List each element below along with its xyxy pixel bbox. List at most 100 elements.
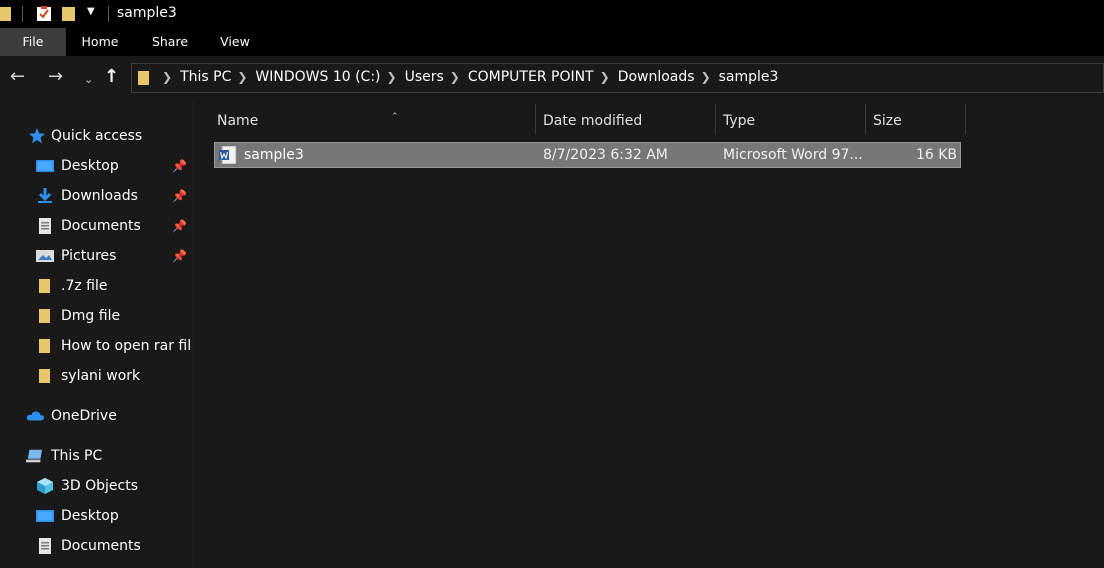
pin-icon[interactable]: 📌 bbox=[172, 183, 187, 209]
properties-icon[interactable] bbox=[36, 6, 52, 22]
customize-toolbar-dropdown-icon[interactable]: ▼ bbox=[87, 6, 95, 17]
folder-icon bbox=[39, 279, 50, 293]
window-title: sample3 bbox=[117, 5, 177, 21]
sidebar-item-label: Pictures bbox=[61, 248, 117, 264]
column-header-label: Name bbox=[217, 113, 259, 129]
sidebar-item-label: Dmg file bbox=[61, 308, 121, 324]
cloud-icon bbox=[26, 411, 44, 421]
sidebar-item-pictures[interactable]: Pictures 📌 bbox=[36, 243, 192, 269]
desktop-icon bbox=[36, 510, 54, 522]
tab-file[interactable]: File bbox=[0, 28, 66, 56]
breadcrumb-this-pc[interactable]: This PC bbox=[180, 69, 231, 85]
chevron-right-icon[interactable]: ❯ bbox=[701, 70, 711, 84]
sidebar-item-label: OneDrive bbox=[51, 408, 117, 424]
table-row[interactable]: sample3 8/7/2023 6:32 AM Microsoft Word … bbox=[214, 142, 961, 168]
ribbon-tabs: File Home Share View bbox=[0, 28, 1104, 56]
folder-icon bbox=[39, 339, 50, 353]
sidebar-item-onedrive[interactable]: OneDrive bbox=[26, 403, 192, 429]
new-folder-icon[interactable] bbox=[62, 6, 76, 22]
address-bar[interactable]: ❯ This PC ❯ WINDOWS 10 (C:) ❯ Users ❯ CO… bbox=[131, 63, 1104, 93]
tab-view[interactable]: View bbox=[204, 28, 266, 56]
file-size: 16 KB bbox=[915, 147, 957, 163]
breadcrumb-users[interactable]: Users bbox=[405, 69, 444, 85]
column-header-date-modified[interactable]: Date modified bbox=[543, 104, 715, 138]
breadcrumb: ❯ This PC ❯ WINDOWS 10 (C:) ❯ Users ❯ CO… bbox=[156, 69, 778, 85]
sidebar-item-label: sylani work bbox=[61, 368, 141, 384]
sidebar-item-label: This PC bbox=[51, 448, 103, 464]
column-header-label: Date modified bbox=[543, 113, 643, 129]
column-header-label: Size bbox=[873, 113, 902, 129]
sidebar-item-folder[interactable]: How to open rar file bbox=[36, 333, 192, 359]
sidebar-item-3d-objects[interactable]: 3D Objects bbox=[36, 473, 192, 499]
column-header-type[interactable]: Type bbox=[723, 104, 865, 138]
column-resize-handle[interactable] bbox=[965, 104, 966, 134]
tab-home[interactable]: Home bbox=[66, 28, 134, 56]
forward-arrow-icon[interactable]: → bbox=[48, 66, 63, 88]
desktop-icon bbox=[36, 160, 54, 172]
downloads-icon bbox=[38, 188, 52, 203]
sidebar-item-documents[interactable]: Documents bbox=[36, 533, 192, 559]
sidebar-item-this-pc[interactable]: This PC bbox=[26, 443, 192, 469]
pin-icon[interactable]: 📌 bbox=[172, 243, 187, 269]
toolbar-separator bbox=[22, 6, 23, 22]
sort-ascending-icon: ⌃ bbox=[391, 112, 399, 122]
sidebar-item-label: .7z file bbox=[61, 278, 108, 294]
chevron-right-icon[interactable]: ❯ bbox=[387, 70, 397, 84]
up-arrow-icon[interactable]: ↑ bbox=[104, 66, 119, 88]
column-header-label: Type bbox=[723, 113, 756, 129]
column-resize-handle[interactable] bbox=[715, 104, 716, 134]
pin-icon[interactable]: 📌 bbox=[172, 153, 187, 179]
sidebar-item-folder[interactable]: .7z file bbox=[36, 273, 192, 299]
star-icon bbox=[29, 128, 45, 144]
sidebar-item-label: Downloads bbox=[61, 188, 138, 204]
breadcrumb-computer-point[interactable]: COMPUTER POINT bbox=[468, 69, 594, 85]
chevron-right-icon[interactable]: ❯ bbox=[450, 70, 460, 84]
tab-share[interactable]: Share bbox=[136, 28, 204, 56]
sidebar-item-folder[interactable]: sylani work bbox=[36, 363, 192, 389]
recent-locations-chevron-icon[interactable]: ⌄ bbox=[84, 69, 93, 91]
file-list: Name ⌃ Date modified Type Size sample3 8… bbox=[193, 100, 1104, 568]
column-header-size[interactable]: Size bbox=[873, 104, 965, 138]
sidebar-item-downloads[interactable]: Downloads 📌 bbox=[36, 183, 192, 209]
file-name: sample3 bbox=[244, 147, 304, 163]
folder-icon bbox=[138, 71, 149, 85]
folder-icon bbox=[0, 7, 11, 21]
breadcrumb-downloads[interactable]: Downloads bbox=[618, 69, 695, 85]
sidebar-item-label: 3D Objects bbox=[61, 478, 139, 494]
folder-icon bbox=[39, 369, 50, 383]
column-resize-handle[interactable] bbox=[865, 104, 866, 134]
word-document-icon bbox=[219, 146, 237, 164]
computer-icon bbox=[26, 449, 43, 463]
sidebar-item-label: Documents bbox=[61, 218, 141, 234]
sidebar-item-desktop[interactable]: Desktop bbox=[36, 503, 192, 529]
sidebar-item-label: Desktop bbox=[61, 158, 119, 174]
column-header-name[interactable]: Name ⌃ bbox=[217, 104, 535, 138]
sidebar-item-folder[interactable]: Dmg file bbox=[36, 303, 192, 329]
breadcrumb-sample3[interactable]: sample3 bbox=[719, 69, 779, 85]
sidebar-item-quick-access[interactable]: Quick access bbox=[26, 123, 192, 149]
documents-icon bbox=[39, 218, 51, 234]
sidebar-item-label: Desktop bbox=[61, 508, 119, 524]
pictures-icon bbox=[36, 250, 54, 262]
back-arrow-icon[interactable]: ← bbox=[10, 66, 25, 88]
navigation-bar: ← → ⌄ ↑ ❯ This PC ❯ WINDOWS 10 (C:) ❯ Us… bbox=[0, 56, 1104, 100]
sidebar-item-desktop[interactable]: Desktop 📌 bbox=[36, 153, 192, 179]
navigation-pane: Quick access Desktop 📌 Downloads 📌 Docum… bbox=[0, 100, 192, 568]
pin-icon[interactable]: 📌 bbox=[172, 213, 187, 239]
sidebar-item-documents[interactable]: Documents 📌 bbox=[36, 213, 192, 239]
breadcrumb-windows-drive[interactable]: WINDOWS 10 (C:) bbox=[255, 69, 380, 85]
chevron-right-icon[interactable]: ❯ bbox=[237, 70, 247, 84]
cube-icon bbox=[37, 478, 53, 494]
sidebar-item-label: How to open rar file bbox=[61, 338, 192, 354]
chevron-right-icon[interactable]: ❯ bbox=[162, 70, 172, 84]
sidebar-item-label: Documents bbox=[61, 538, 141, 554]
file-date-modified: 8/7/2023 6:32 AM bbox=[543, 147, 668, 163]
column-resize-handle[interactable] bbox=[535, 104, 536, 134]
sidebar-item-label: Quick access bbox=[51, 128, 143, 144]
chevron-right-icon[interactable]: ❯ bbox=[600, 70, 610, 84]
documents-icon bbox=[39, 538, 51, 554]
title-bar: ▼ sample3 bbox=[0, 0, 1104, 28]
toolbar-separator bbox=[108, 6, 109, 22]
file-type: Microsoft Word 97... bbox=[723, 147, 863, 163]
folder-icon bbox=[39, 309, 50, 323]
